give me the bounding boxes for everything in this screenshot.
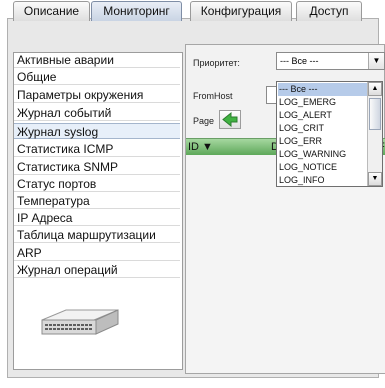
dropdown-option[interactable]: LOG_INFO	[278, 174, 369, 187]
sidebar-item[interactable]: Параметры окружения	[14, 87, 180, 103]
priority-label: Приоритет:	[193, 58, 240, 68]
sidebar-item[interactable]: IP Адреса	[14, 210, 180, 226]
sidebar-item[interactable]: Температура	[14, 193, 180, 209]
syslog-grid-body	[186, 155, 385, 373]
fromhost-label: FromHost	[193, 91, 233, 101]
tab-access[interactable]: Доступ	[296, 1, 362, 21]
dropdown-option[interactable]: LOG_NOTICE	[278, 161, 369, 174]
dropdown-option[interactable]: LOG_WARNING	[278, 148, 369, 161]
dropdown-option[interactable]: --- Все ---	[278, 83, 369, 96]
scroll-thumb[interactable]	[369, 98, 381, 130]
tab-configuration[interactable]: Конфигурация	[190, 1, 292, 21]
page-label: Page	[193, 116, 215, 126]
sidebar-item[interactable]: Журнал syslog	[14, 123, 180, 139]
dropdown-option[interactable]: LOG_CRIT	[278, 122, 369, 135]
prev-page-button[interactable]	[219, 110, 241, 129]
sidebar-item[interactable]: Общие	[14, 69, 180, 85]
scroll-down-icon[interactable]: ▼	[368, 172, 382, 186]
priority-dropdown-list[interactable]: --- Все --- LOG_EMERG LOG_ALERT LOG_CRIT LOG…	[276, 81, 383, 187]
arrow-left-icon	[222, 111, 238, 128]
scroll-up-icon[interactable]: ▲	[368, 82, 382, 96]
sidebar-item[interactable]: Журнал событий	[14, 105, 180, 121]
column-id[interactable]: ID ▼	[188, 139, 213, 155]
sidebar-item[interactable]: Статус портов	[14, 176, 180, 192]
switch-device-icon	[41, 309, 119, 335]
sidebar-item[interactable]: Статистика SNMP	[14, 159, 180, 175]
sidebar-item[interactable]: Таблица маршрутизации	[14, 227, 180, 243]
tab-monitoring[interactable]: Мониторинг	[91, 1, 182, 21]
tab-description[interactable]: Описание	[13, 1, 90, 21]
priority-select[interactable]: --- Все --- ▼	[276, 52, 385, 70]
sidebar-item[interactable]: Статистика ICMP	[14, 141, 180, 157]
dropdown-option[interactable]: LOG_EMERG	[278, 96, 369, 109]
priority-select-value: --- Все ---	[280, 56, 319, 66]
chevron-down-icon[interactable]: ▼	[368, 53, 384, 69]
sidebar-item[interactable]: Активные аварии	[14, 52, 180, 68]
dropdown-option[interactable]: LOG_ALERT	[278, 109, 369, 122]
dropdown-scrollbar[interactable]: ▲ ▼	[367, 82, 382, 186]
sidebar-item[interactable]: Журнал операций	[14, 262, 180, 278]
sidebar-item[interactable]: ARP	[14, 245, 180, 261]
dropdown-option[interactable]: LOG_ERR	[278, 135, 369, 148]
